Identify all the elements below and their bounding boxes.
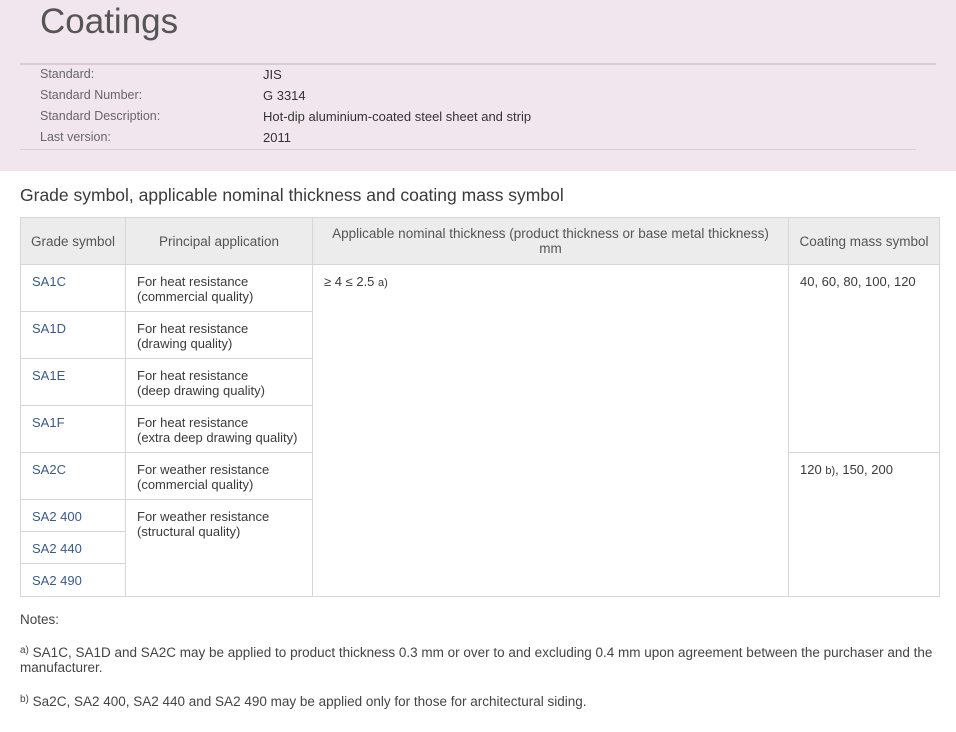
application-line: (drawing quality) bbox=[137, 336, 233, 351]
note-a: a) SA1C, SA1D and SA2C may be applied to… bbox=[20, 645, 940, 675]
meta-value-version: 2011 bbox=[263, 130, 291, 145]
header-nominal-thickness-text: Applicable nominal thickness (product th… bbox=[332, 226, 769, 241]
header-principal-application: Principal application bbox=[125, 217, 313, 265]
header-panel: Coatings Standard: JIS Standard Number: … bbox=[0, 0, 956, 171]
coating-value-rest: , 150, 200 bbox=[835, 462, 893, 477]
grade-cell: SA1F bbox=[20, 405, 126, 453]
grade-cell: SA2 440 bbox=[20, 531, 126, 564]
application-line: (deep drawing quality) bbox=[137, 383, 265, 398]
application-cell: For heat resistance (commercial quality) bbox=[125, 264, 313, 312]
header-nominal-thickness: Applicable nominal thickness (product th… bbox=[312, 217, 789, 265]
divider bbox=[20, 149, 916, 150]
meta-label-version: Last version: bbox=[40, 130, 111, 144]
thickness-cell: ≥ 4 ≤ 2.5 a) bbox=[312, 264, 789, 597]
application-line: (commercial quality) bbox=[137, 477, 254, 492]
grade-table: Grade symbol Principal application Appli… bbox=[20, 217, 940, 597]
grade-cell: SA2C bbox=[20, 452, 126, 500]
application-line: (structural quality) bbox=[137, 524, 241, 539]
application-line: (commercial quality) bbox=[137, 289, 254, 304]
application-line: For weather resistance bbox=[137, 462, 270, 477]
meta-label-description: Standard Description: bbox=[40, 109, 161, 123]
section-title: Grade symbol, applicable nominal thickne… bbox=[20, 185, 564, 205]
application-line: For heat resistance bbox=[137, 274, 249, 289]
header-grade-symbol: Grade symbol bbox=[20, 217, 126, 265]
page-title: Coatings bbox=[40, 2, 179, 41]
application-line: (extra deep drawing quality) bbox=[137, 430, 298, 445]
meta-value-number: G 3314 bbox=[263, 88, 306, 103]
grade-cell: SA1E bbox=[20, 358, 126, 406]
note-b: b) Sa2C, SA2 400, SA2 440 and SA2 490 ma… bbox=[20, 694, 940, 709]
header-coating-mass-symbol: Coating mass symbol bbox=[788, 217, 940, 265]
coating-cell: 40, 60, 80, 100, 120 bbox=[788, 264, 940, 453]
grade-cell: SA2 490 bbox=[20, 563, 126, 597]
application-cell: For heat resistance (extra deep drawing … bbox=[125, 405, 313, 453]
coating-value: 120 bbox=[800, 462, 822, 477]
note-b-mark: b) bbox=[20, 694, 29, 705]
note-a-text: SA1C, SA1D and SA2C may be applied to pr… bbox=[20, 645, 933, 675]
application-cell: For heat resistance (deep drawing qualit… bbox=[125, 358, 313, 406]
note-b-text: Sa2C, SA2 400, SA2 440 and SA2 490 may b… bbox=[32, 694, 587, 709]
meta-value-description: Hot-dip aluminium-coated steel sheet and… bbox=[263, 109, 532, 124]
footnote-mark-a: a) bbox=[378, 277, 388, 289]
grade-cell: SA2 400 bbox=[20, 499, 126, 532]
meta-value-standard: JIS bbox=[263, 67, 282, 82]
application-line: For weather resistance bbox=[137, 509, 270, 524]
footnote-mark-b: b) bbox=[825, 465, 836, 477]
coating-cell: 120 b), 150, 200 bbox=[788, 452, 940, 597]
header-nominal-thickness-unit: mm bbox=[539, 241, 562, 256]
application-line: For heat resistance bbox=[137, 368, 249, 383]
application-cell: For heat resistance (drawing quality) bbox=[125, 311, 313, 359]
note-a-mark: a) bbox=[20, 645, 29, 656]
application-cell: For weather resistance (structural quali… bbox=[125, 499, 313, 597]
meta-label-standard: Standard: bbox=[40, 67, 95, 81]
divider bbox=[20, 63, 936, 65]
notes-label: Notes: bbox=[20, 612, 60, 627]
application-line: For heat resistance bbox=[137, 321, 249, 336]
application-line: For heat resistance bbox=[137, 415, 249, 430]
grade-cell: SA1C bbox=[20, 264, 126, 312]
meta-label-number: Standard Number: bbox=[40, 88, 143, 102]
thickness-value: ≥ 4 ≤ 2.5 bbox=[324, 274, 375, 289]
application-cell: For weather resistance (commercial quali… bbox=[125, 452, 313, 500]
grade-cell: SA1D bbox=[20, 311, 126, 359]
